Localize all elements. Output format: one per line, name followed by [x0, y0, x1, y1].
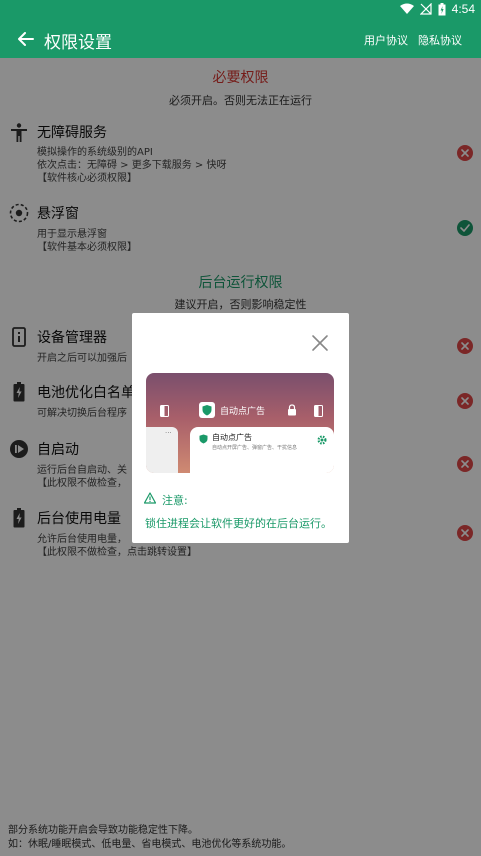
- page-title: 权限设置: [44, 33, 112, 53]
- notice-label: 注意:: [162, 494, 188, 507]
- promo-dots: ···: [165, 429, 172, 437]
- lock-icon: [288, 404, 296, 416]
- shield-icon: [199, 434, 208, 444]
- close-icon: [312, 335, 328, 351]
- notice-dialog: 自动点广告 ··· 自动点广告 自动点开屏广告、弹窗广告、干扰信息 注意: 锁住…: [132, 313, 349, 543]
- promo-card-desc: 自动点开屏广告、弹窗广告、干扰信息: [212, 445, 298, 451]
- phone-icon: [314, 405, 323, 417]
- arrow-left-icon: [18, 32, 34, 46]
- promo-card-previous: [146, 427, 178, 473]
- battery-icon: [438, 2, 446, 15]
- promo-card: 自动点广告 自动点开屏广告、弹窗广告、干扰信息: [190, 427, 334, 473]
- wifi-icon: [399, 3, 414, 14]
- phone-icon: [160, 405, 169, 417]
- promo-title: 自动点广告: [220, 407, 266, 417]
- warning-icon: [144, 492, 156, 504]
- status-icons: 4:54: [399, 2, 475, 16]
- app-bar: 权限设置 用户协议 隐私协议: [0, 20, 481, 58]
- status-time: 4:54: [451, 2, 475, 16]
- gear-icon: [317, 435, 327, 445]
- close-button[interactable]: [309, 332, 331, 354]
- status-bar: 4:54: [0, 0, 481, 20]
- promo-card-title: 自动点广告: [212, 433, 252, 442]
- promo-image: 自动点广告 ··· 自动点广告 自动点开屏广告、弹窗广告、干扰信息: [146, 373, 334, 473]
- privacy-policy-link[interactable]: 隐私协议: [418, 32, 462, 48]
- signal-off-icon: [419, 3, 432, 15]
- shield-app-icon: [199, 402, 215, 418]
- back-button[interactable]: [14, 28, 38, 50]
- notice-text: 锁住进程会让软件更好的在后台运行。: [145, 517, 332, 530]
- user-agreement-link[interactable]: 用户协议: [364, 32, 408, 48]
